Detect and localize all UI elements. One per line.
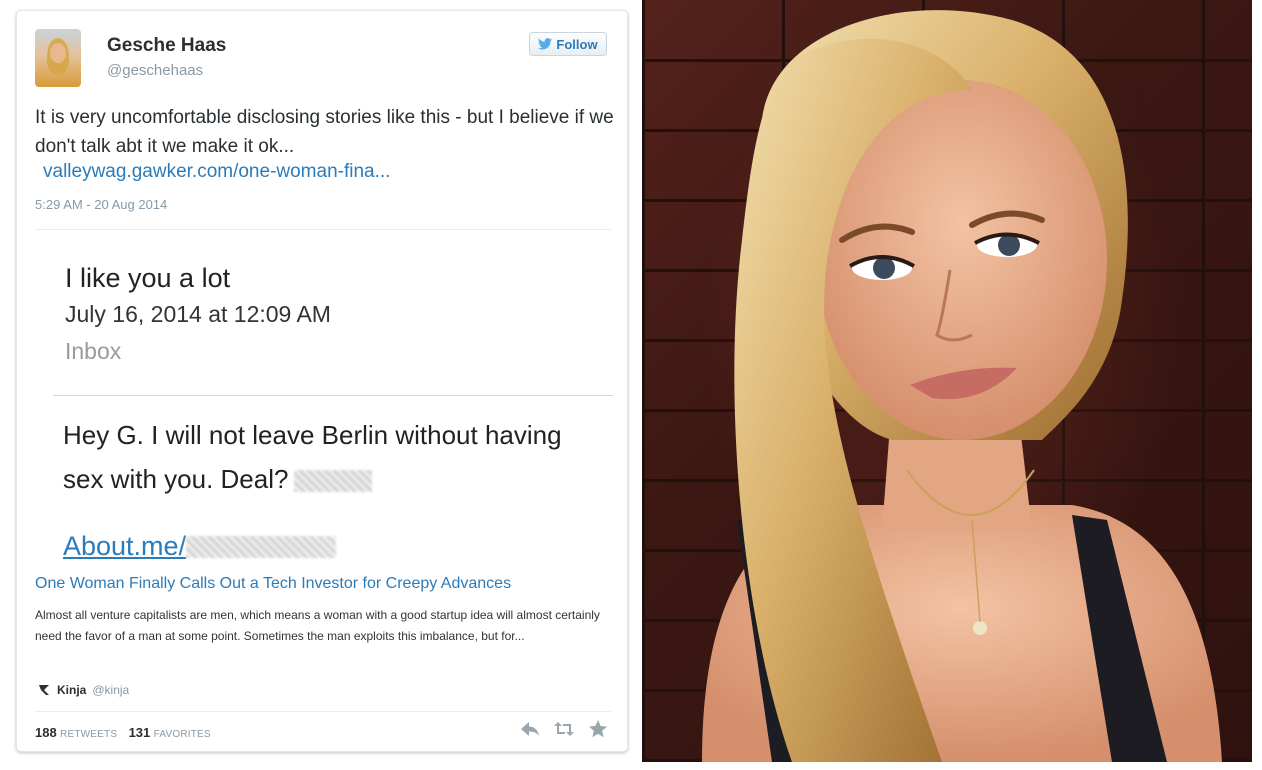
article-description: Almost all venture capitalists are men, …: [35, 608, 600, 643]
favorites-count[interactable]: 131: [129, 725, 151, 740]
source-handle: @kinja: [92, 683, 130, 697]
email-subject: I like you a lot: [65, 263, 231, 293]
email-folder: Inbox: [65, 338, 122, 364]
divider: [35, 711, 611, 712]
redacted-url: [186, 535, 337, 558]
author-handle[interactable]: @geschehaas: [107, 62, 203, 79]
redacted-signature: [294, 470, 373, 493]
retweets-label: RETWEETS: [60, 729, 118, 740]
avatar-face: [50, 43, 66, 63]
retweet-icon[interactable]: [553, 719, 575, 739]
tweet-link[interactable]: valleywag.gawker.com/one-woman-fina...: [43, 161, 390, 183]
email-divider: [53, 395, 613, 396]
tweet-card: Gesche Haas @geschehaas Follow It is ver…: [16, 10, 628, 752]
article-title[interactable]: One Woman Finally Calls Out a Tech Inves…: [35, 575, 511, 593]
tweet-actions: [519, 719, 609, 739]
about-me-prefix: About.me/: [63, 531, 187, 561]
twitter-bird-icon: [538, 38, 553, 50]
reply-icon[interactable]: [519, 719, 541, 739]
kinja-logo-icon: [39, 685, 49, 695]
follow-label: Follow: [556, 36, 598, 52]
retweets-count[interactable]: 188: [35, 725, 57, 740]
about-me-link[interactable]: About.me/: [63, 531, 337, 562]
email-body: Hey G. I will not leave Berlin without h…: [63, 413, 603, 501]
tweet-stats: 188 RETWEETS 131 FAVORITES: [35, 725, 219, 740]
avatar[interactable]: [35, 29, 81, 87]
article-source[interactable]: Kinja @kinja: [37, 683, 129, 697]
email-date: July 16, 2014 at 12:09 AM: [65, 301, 331, 327]
source-name: Kinja: [57, 683, 87, 697]
tweet-timestamp[interactable]: 5:29 AM - 20 Aug 2014: [35, 197, 167, 212]
portrait-photo: [642, 0, 1252, 762]
tweet-text: It is very uncomfortable disclosing stor…: [35, 107, 614, 157]
favorites-label: FAVORITES: [153, 729, 211, 740]
follow-button[interactable]: Follow: [529, 32, 607, 56]
divider: [35, 229, 611, 230]
pendant: [973, 621, 987, 635]
star-icon[interactable]: [587, 719, 609, 739]
portrait-illustration: [702, 10, 1222, 762]
author-name[interactable]: Gesche Haas: [107, 35, 226, 57]
